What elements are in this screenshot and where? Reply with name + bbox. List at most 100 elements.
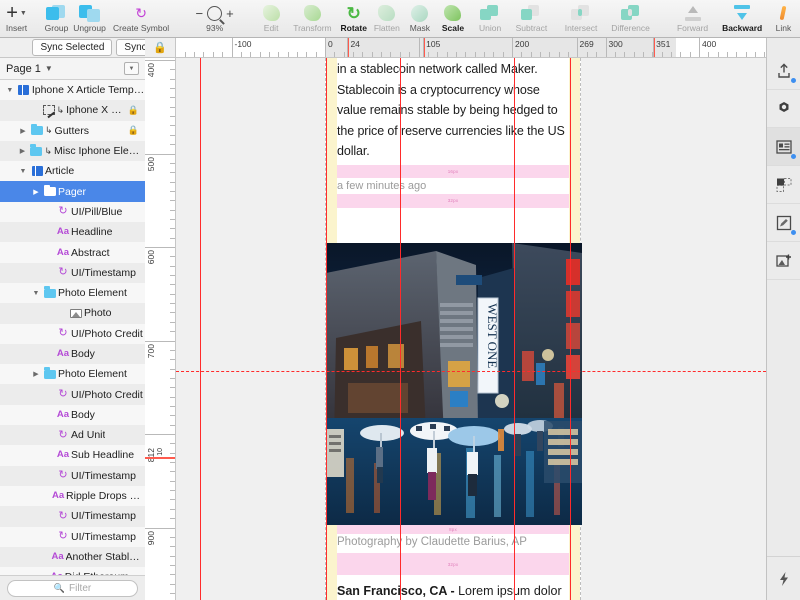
intersect-label: Intersect bbox=[564, 23, 598, 33]
layer-row-iphone-x-sl[interactable]: ↳ Iphone X Sl… 🔒 bbox=[0, 100, 145, 121]
disclosure-triangle[interactable]: ▶ bbox=[30, 370, 42, 378]
scale-button[interactable]: Scale bbox=[436, 0, 469, 38]
ruler-tick bbox=[170, 181, 175, 183]
guide-horizontal-selection[interactable] bbox=[176, 371, 766, 372]
filter-placeholder: Filter bbox=[68, 582, 92, 594]
intersect-button[interactable]: Intersect bbox=[556, 0, 606, 38]
guide-vertical-105[interactable] bbox=[326, 58, 328, 600]
layer-row-another-stableco[interactable]: AaAnother Stableco… bbox=[0, 546, 145, 568]
spacer-8: 8px bbox=[337, 525, 569, 534]
layer-row-ui-timestamp[interactable]: ↻ UI/Timestamp bbox=[0, 506, 145, 527]
ruler-tick bbox=[568, 52, 570, 57]
guide-vertical-351[interactable] bbox=[570, 58, 572, 600]
flatten-button[interactable]: Flatten bbox=[370, 0, 403, 38]
photo-credit-text[interactable]: Photography by Claudette Barius, AP bbox=[337, 534, 569, 551]
layer-row-article[interactable]: ▼ Article bbox=[0, 161, 145, 181]
disclosure-triangle[interactable]: ▼ bbox=[30, 290, 42, 297]
zoom-control[interactable]: − + 93% bbox=[190, 0, 240, 38]
mask-button[interactable]: Mask bbox=[403, 0, 436, 38]
zoom-in-icon[interactable]: + bbox=[226, 6, 234, 21]
layer-row-photo-element[interactable]: ▼ Photo Element bbox=[0, 283, 145, 303]
layer-row-did-ethereum-dat[interactable]: AaDid Ethereum Dat… bbox=[0, 567, 145, 575]
sync-selected-button[interactable]: Sync Selected bbox=[32, 39, 113, 56]
ungroup-button[interactable]: Ungroup bbox=[73, 0, 106, 38]
link-button[interactable]: Link bbox=[767, 0, 800, 38]
layer-row-ui-timestamp[interactable]: ↻ UI/Timestamp bbox=[0, 465, 145, 486]
layer-row-abstract[interactable]: Aa Abstract bbox=[0, 242, 145, 262]
layer-row-ui-timestamp[interactable]: ↻ UI/Timestamp bbox=[0, 262, 145, 283]
union-icon bbox=[480, 3, 500, 23]
layer-row-pager[interactable]: ▶ Pager bbox=[0, 181, 145, 202]
svg-text:ONE: ONE bbox=[485, 342, 500, 369]
ruler-tick bbox=[170, 293, 175, 295]
filter-input[interactable]: 🔍 Filter bbox=[7, 579, 138, 597]
layer-row-misc-iphone-elem[interactable]: ▶ ↳ Misc Iphone Elem… bbox=[0, 140, 145, 162]
photo-element[interactable]: WEST ONE bbox=[326, 243, 582, 525]
canvas[interactable]: in a stablecoin network called Maker. St… bbox=[176, 58, 766, 600]
page-selector[interactable]: Page 1 ▼ ▼ bbox=[0, 58, 145, 80]
layer-row-headline[interactable]: Aa Headline bbox=[0, 222, 145, 243]
layer-name: UI/Photo Credit bbox=[71, 388, 143, 401]
transform-button[interactable]: Transform bbox=[288, 0, 338, 38]
settings-button[interactable] bbox=[767, 90, 800, 128]
ruler-label: 400 bbox=[702, 39, 717, 49]
layer-row-body[interactable]: Aa Body bbox=[0, 343, 145, 365]
layer-row-gutters[interactable]: ▶ ↳ Gutters 🔒 bbox=[0, 121, 145, 141]
plugins-button[interactable] bbox=[767, 556, 800, 600]
layer-row-ripple-drops-2[interactable]: AaRipple Drops 2%… bbox=[0, 486, 145, 506]
layer-row-body[interactable]: Aa Body bbox=[0, 405, 145, 425]
lock-icon[interactable]: 🔒 bbox=[128, 125, 145, 136]
ruler-guide-marker[interactable] bbox=[145, 457, 175, 459]
style-editor-button[interactable] bbox=[767, 204, 800, 242]
disclosure-triangle[interactable]: ▶ bbox=[30, 188, 42, 196]
rotate-button[interactable]: ↻ Rotate bbox=[337, 0, 370, 38]
forward-button[interactable]: Forward bbox=[668, 0, 718, 38]
layer-list[interactable]: ▼ Iphone X Article Template ↳ Iphone X Sl… 🔒… bbox=[0, 80, 145, 575]
body-lead: San Francisco, CA - bbox=[337, 584, 459, 598]
vertical-ruler[interactable]: 4005006007008129001,0001,10010 bbox=[145, 58, 176, 600]
group-button[interactable]: Group bbox=[40, 0, 73, 38]
ruler-lock-cell[interactable]: 🔒 bbox=[145, 38, 176, 58]
symbol-icon: ↻ bbox=[58, 327, 68, 340]
page-options-button[interactable]: ▼ bbox=[124, 62, 139, 75]
artboard[interactable]: in a stablecoin network called Maker. St… bbox=[325, 58, 582, 600]
create-symbol-button[interactable]: ↻ Create Symbol bbox=[113, 0, 169, 38]
layer-row-ui-photo-credit[interactable]: ↻ UI/Photo Credit bbox=[0, 384, 145, 405]
add-image-button[interactable] bbox=[767, 242, 800, 280]
inspector-button[interactable] bbox=[767, 128, 800, 166]
layer-row-ui-pill-blue[interactable]: ↻ UI/Pill/Blue bbox=[0, 202, 145, 222]
disclosure-triangle[interactable]: ▶ bbox=[17, 127, 29, 135]
edit-button[interactable]: Edit bbox=[255, 0, 288, 38]
layer-row-ui-photo-credit[interactable]: ↻ UI/Photo Credit bbox=[0, 324, 145, 344]
guide-vertical-24[interactable] bbox=[200, 58, 202, 600]
disclosure-triangle[interactable]: ▶ bbox=[16, 147, 28, 155]
layer-row-iphone-x-article-template[interactable]: ▼ Iphone X Article Template bbox=[0, 80, 145, 100]
export-button[interactable] bbox=[767, 52, 800, 90]
layer-row-ad-unit[interactable]: ↻ Ad Unit bbox=[0, 425, 145, 446]
difference-button[interactable]: Difference bbox=[606, 0, 656, 38]
symbol-icon: ↻ bbox=[58, 428, 68, 441]
layer-row-photo[interactable]: Photo bbox=[0, 303, 145, 324]
disclosure-triangle[interactable]: ▼ bbox=[4, 87, 16, 94]
artboard-icon bbox=[18, 85, 30, 96]
insert-button[interactable]: + ▼ Insert bbox=[0, 0, 33, 38]
disclosure-triangle[interactable]: ▼ bbox=[17, 168, 29, 175]
union-button[interactable]: Union bbox=[474, 0, 507, 38]
lock-icon[interactable]: 🔒 bbox=[128, 105, 145, 116]
guide-vertical-269[interactable] bbox=[514, 58, 516, 600]
layer-row-sub-headline[interactable]: Aa Sub Headline bbox=[0, 445, 145, 465]
mask-layers-button[interactable] bbox=[767, 166, 800, 204]
guide-vertical-200[interactable] bbox=[400, 58, 402, 600]
body-text[interactable]: San Francisco, CA - Lorem ipsum dolor si… bbox=[337, 575, 569, 600]
abstract-text[interactable]: in a stablecoin network called Maker. St… bbox=[337, 58, 569, 162]
layer-row-photo-element[interactable]: ▶ Photo Element bbox=[0, 364, 145, 384]
zoom-out-icon[interactable]: − bbox=[196, 6, 204, 21]
timestamp-text[interactable]: a few minutes ago bbox=[337, 178, 569, 194]
backward-button[interactable]: Backward bbox=[717, 0, 767, 38]
ruler-tick bbox=[170, 583, 175, 585]
layer-row-ui-timestamp[interactable]: ↻ UI/Timestamp bbox=[0, 527, 145, 547]
horizontal-ruler[interactable]: -200-100024105200269300351400500600 bbox=[176, 38, 766, 58]
subtract-button[interactable]: Subtract bbox=[507, 0, 557, 38]
ruler-tick bbox=[170, 144, 175, 146]
search-icon[interactable] bbox=[207, 5, 223, 21]
